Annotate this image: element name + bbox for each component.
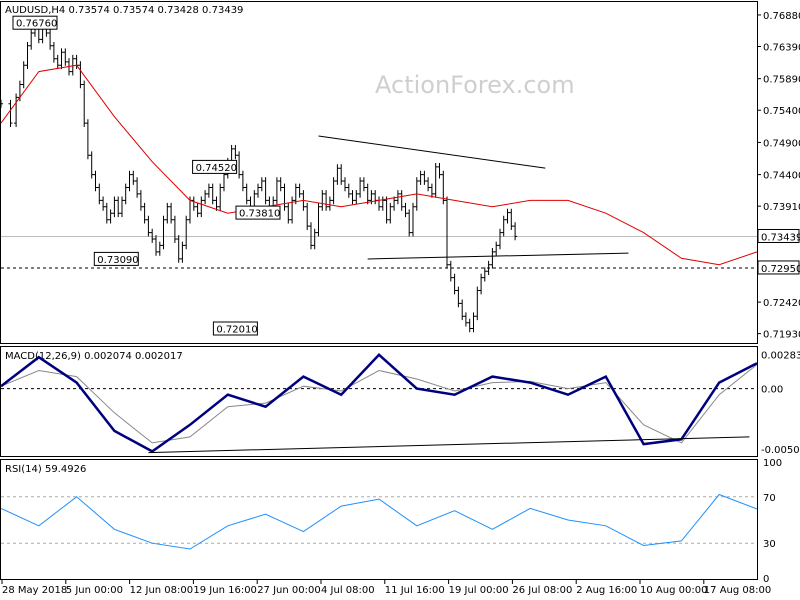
price-annotation: 0.73090 (93, 251, 139, 266)
annotation-label: 0.73090 (97, 255, 138, 266)
rsi-y-tick-label: 0 (763, 574, 769, 585)
x-tick-label: 27 Jun 00:00 (257, 585, 321, 596)
price-panel (0, 1, 758, 344)
axis-price-label: 0.73439 (761, 232, 800, 243)
macd-header: MACD(12,26,9) 0.002074 0.002017 (5, 351, 183, 362)
price-y-tick-label: 0.74900 (763, 138, 800, 149)
macd-y-tick-label: 0.00 (761, 385, 783, 396)
axis-price-label: 0.72950 (761, 264, 800, 275)
macd-y-tick-label: 0.002839 (761, 350, 800, 361)
price-chart: ActionForex.com AUDUSD,H4 0.73574 0.7357… (0, 1, 800, 596)
x-tick-label: 19 Jun 16:00 (193, 585, 257, 596)
price-y-tick-label: 0.72420 (763, 298, 800, 309)
price-y-tick-label: 0.76390 (763, 42, 800, 53)
x-tick-label: 11 Jul 16:00 (385, 585, 445, 596)
annotation-label: 0.73810 (239, 209, 280, 220)
price-annotation: 0.72010 (212, 321, 258, 336)
price-y-tick-label: 0.71930 (763, 330, 800, 341)
x-tick-label: 4 Jul 08:00 (321, 585, 375, 596)
rsi-y-tick-label: 100 (763, 458, 782, 469)
macd-y-tick-label: -0.005021 (761, 445, 800, 456)
x-tick-label: 26 Jul 08:00 (512, 585, 572, 596)
rsi-header: RSI(14) 59.4926 (5, 464, 86, 475)
price-annotation: 0.73810 (235, 205, 281, 220)
price-y-tick-label: 0.75890 (763, 75, 800, 86)
price-header: AUDUSD,H4 0.73574 0.73574 0.73428 0.7343… (5, 5, 243, 16)
rsi-panel (0, 459, 758, 580)
x-tick-label: 12 Jun 08:00 (130, 585, 194, 596)
rsi-y-tick-label: 70 (763, 493, 776, 504)
price-annotation: 0.74520 (192, 159, 238, 174)
price-annotation: 0.76760 (12, 15, 58, 30)
x-tick-label: 19 Jul 00:00 (449, 585, 509, 596)
price-y-tick-label: 0.76880 (763, 11, 800, 22)
x-tick-label: 10 Aug 00:00 (640, 585, 707, 596)
annotation-label: 0.74520 (196, 163, 237, 174)
price-y-tick-label: 0.73910 (763, 202, 800, 213)
price-y-tick-label: 0.74400 (763, 171, 800, 182)
watermark: ActionForex.com (375, 71, 575, 99)
annotation-label: 0.72010 (216, 325, 257, 336)
x-tick-label: 28 May 2018 (2, 585, 67, 596)
x-tick-label: 17 Aug 08:00 (704, 585, 771, 596)
price-y-tick-label: 0.75400 (763, 106, 800, 117)
x-tick-label: 2 Aug 16:00 (576, 585, 637, 596)
rsi-y-tick-label: 30 (763, 539, 776, 550)
annotation-label: 0.76760 (16, 19, 57, 30)
x-tick-label: 5 Jun 00:00 (66, 585, 123, 596)
